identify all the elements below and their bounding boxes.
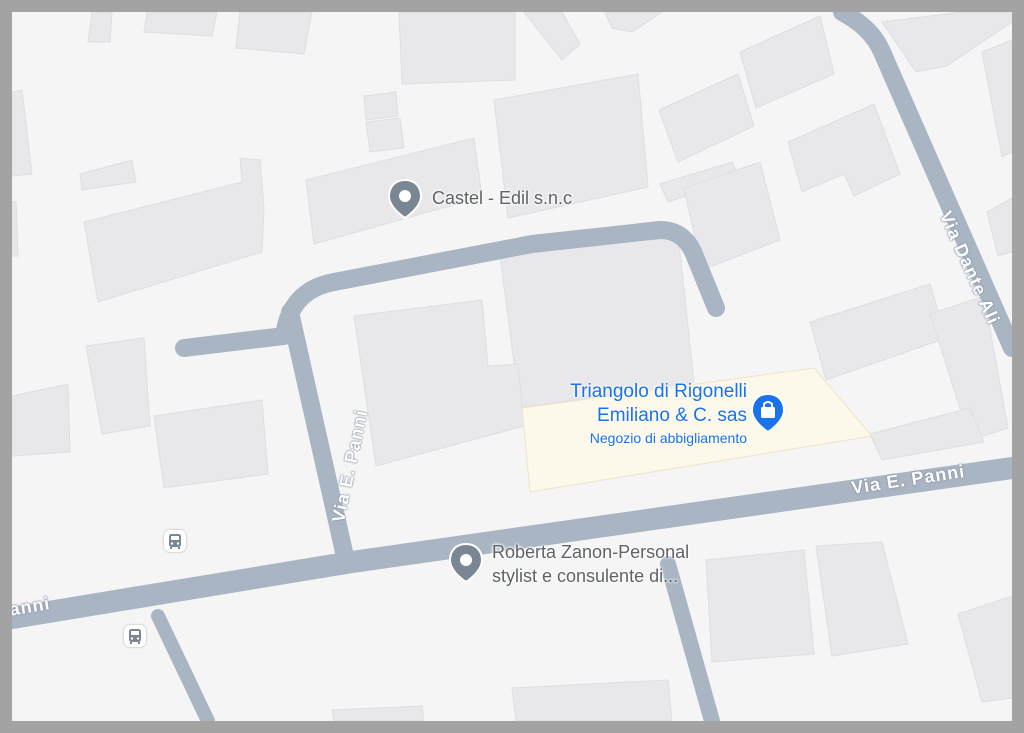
map-pin-icon[interactable] <box>387 178 423 222</box>
poi-label-roberta-line2: stylist e consulente di... <box>492 566 679 586</box>
bus-stop-icon[interactable] <box>124 625 146 647</box>
poi-label-roberta[interactable]: Roberta Zanon-Personal stylist e consule… <box>492 540 689 588</box>
bus-stop-icon[interactable] <box>164 530 186 552</box>
shopping-bag-icon[interactable] <box>750 392 786 436</box>
shop-category: Negozio di abbigliamento <box>589 430 747 446</box>
map-base-layer <box>12 12 1012 721</box>
shop-name-line2: Emiliano & C. sas <box>597 405 747 426</box>
poi-label-castel[interactable]: Castel - Edil s.n.c <box>432 186 572 210</box>
map-canvas[interactable]: Castel - Edil s.n.c Roberta Zanon-Person… <box>12 12 1012 721</box>
poi-label-roberta-line1: Roberta Zanon-Personal <box>492 542 690 562</box>
shop-name-line1: Triangolo di Rigonelli <box>570 381 747 402</box>
map-pin-icon[interactable] <box>448 542 484 586</box>
shop-label[interactable]: Triangolo di Rigonelli Emiliano & C. sas… <box>570 380 747 448</box>
